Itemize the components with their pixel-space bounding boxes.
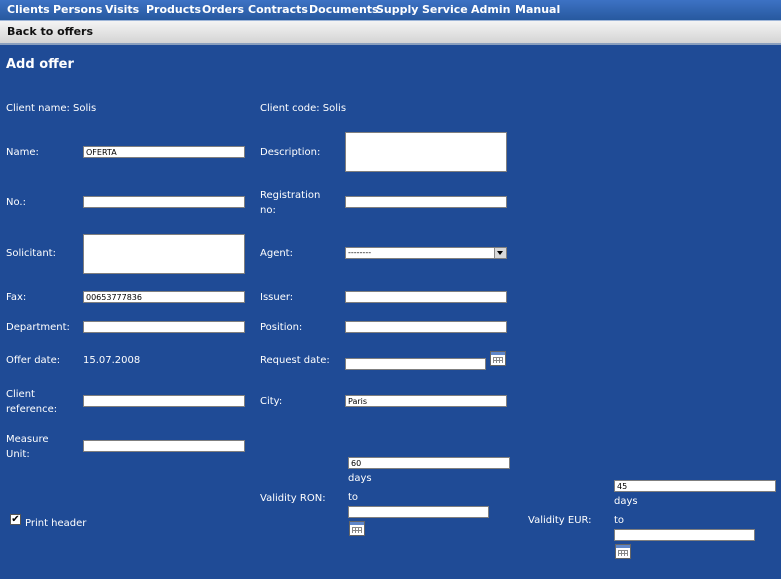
measure-unit-label: Measure bbox=[6, 434, 49, 445]
print-header-checkbox[interactable]: ✔ bbox=[10, 514, 21, 525]
client-name-label: Client name: Solis bbox=[6, 103, 97, 114]
description-textarea[interactable] bbox=[345, 132, 507, 172]
department-label: Department: bbox=[6, 322, 70, 333]
client-reference-label: Client bbox=[6, 389, 35, 400]
validity-ron-days-unit: days bbox=[348, 473, 372, 484]
calendar-icon[interactable] bbox=[490, 351, 506, 366]
nav-supply[interactable]: Supply bbox=[376, 3, 418, 16]
nav-clients[interactable]: Clients bbox=[7, 3, 50, 16]
validity-ron-date-input[interactable] bbox=[348, 506, 489, 518]
validity-ron-to-label: to bbox=[348, 492, 359, 503]
nav-visits[interactable]: Visits bbox=[105, 3, 139, 16]
client-reference-label-cont: reference: bbox=[6, 404, 58, 415]
calendar-icon[interactable] bbox=[615, 544, 631, 559]
nav-contracts[interactable]: Contracts bbox=[248, 3, 308, 16]
registration-no-input[interactable] bbox=[345, 196, 507, 208]
solicitant-textarea[interactable] bbox=[83, 234, 245, 274]
solicitant-label: Solicitant: bbox=[6, 248, 56, 259]
request-date-input[interactable] bbox=[345, 358, 486, 370]
nav-documents[interactable]: Documents bbox=[309, 3, 379, 16]
validity-ron-days-input[interactable]: 60 bbox=[348, 457, 510, 469]
calendar-icon[interactable] bbox=[349, 521, 365, 536]
print-header-label: Print header bbox=[25, 518, 87, 529]
fax-label: Fax: bbox=[6, 292, 27, 303]
measure-unit-input[interactable] bbox=[83, 440, 245, 452]
city-input[interactable]: Paris bbox=[345, 395, 507, 407]
validity-eur-days-input[interactable]: 45 bbox=[614, 480, 776, 492]
position-input[interactable] bbox=[345, 321, 507, 333]
measure-unit-label-cont: Unit: bbox=[6, 449, 30, 460]
validity-eur-label: Validity EUR: bbox=[528, 515, 592, 526]
city-label: City: bbox=[260, 396, 283, 407]
registration-label: Registration bbox=[260, 190, 321, 201]
issuer-label: Issuer: bbox=[260, 292, 294, 303]
validity-ron-label: Validity RON: bbox=[260, 493, 326, 504]
agent-select[interactable]: -------- bbox=[345, 247, 507, 259]
position-label: Position: bbox=[260, 322, 303, 333]
name-input[interactable]: OFERTA bbox=[83, 146, 245, 158]
offer-date-value: 15.07.2008 bbox=[83, 355, 141, 366]
request-date-label: Request date: bbox=[260, 355, 330, 366]
no-input[interactable] bbox=[83, 196, 245, 208]
fax-input[interactable]: 00653777836 bbox=[83, 291, 245, 303]
agent-selected-value: -------- bbox=[348, 248, 372, 257]
nav-service[interactable]: Service bbox=[422, 3, 468, 16]
page-title: Add offer bbox=[6, 57, 74, 72]
validity-eur-days-unit: days bbox=[614, 496, 638, 507]
client-code-label: Client code: Solis bbox=[260, 103, 347, 114]
nav-products[interactable]: Products bbox=[146, 3, 201, 16]
validity-eur-to-label: to bbox=[614, 515, 625, 526]
agent-label: Agent: bbox=[260, 248, 293, 259]
back-to-offers-link[interactable]: Back to offers bbox=[7, 25, 93, 38]
nav-manual[interactable]: Manual bbox=[515, 3, 560, 16]
no-label: No.: bbox=[6, 197, 26, 208]
validity-eur-date-input[interactable] bbox=[614, 529, 755, 541]
issuer-input[interactable] bbox=[345, 291, 507, 303]
department-input[interactable] bbox=[83, 321, 245, 333]
client-reference-input[interactable] bbox=[83, 395, 245, 407]
registration-label-cont: no: bbox=[260, 205, 276, 216]
nav-persons[interactable]: Persons bbox=[53, 3, 102, 16]
description-label: Description: bbox=[260, 147, 321, 158]
nav-orders[interactable]: Orders bbox=[202, 3, 244, 16]
name-label: Name: bbox=[6, 147, 39, 158]
chevron-down-icon[interactable] bbox=[494, 248, 506, 258]
offer-date-label: Offer date: bbox=[6, 355, 61, 366]
top-navigation: Clients Persons Visits Products Orders C… bbox=[0, 0, 781, 21]
sub-navigation: Back to offers bbox=[0, 21, 781, 45]
nav-admin[interactable]: Admin bbox=[471, 3, 510, 16]
